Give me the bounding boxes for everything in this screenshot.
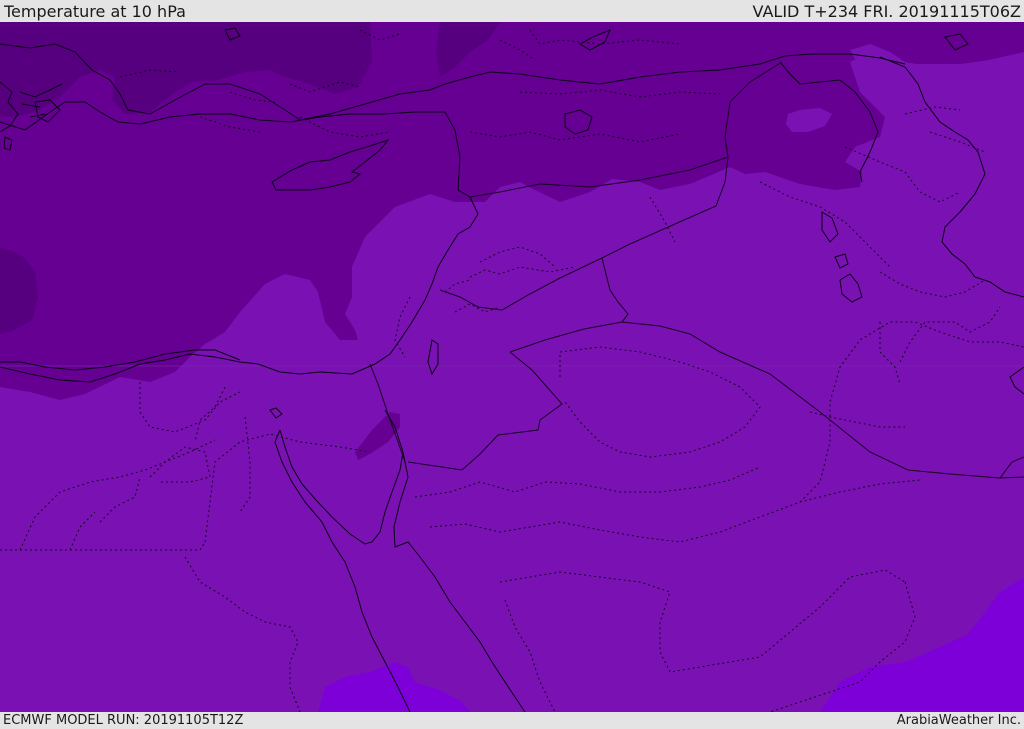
brand-label: ArabiaWeather Inc.	[896, 713, 1021, 728]
footer-bar: ECMWF MODEL RUN: 20191105T12Z ArabiaWeat…	[0, 712, 1024, 729]
map-title: Temperature at 10 hPa	[4, 2, 186, 21]
header-bar: Temperature at 10 hPa VALID T+234 FRI. 2…	[0, 0, 1024, 22]
model-run-label: ECMWF MODEL RUN: 20191105T12Z	[3, 713, 244, 728]
map-svg	[0, 22, 1024, 712]
map-canvas[interactable]	[0, 22, 1024, 712]
valid-time-label: VALID T+234 FRI. 20191115T06Z	[752, 2, 1021, 21]
weather-map-frame: Temperature at 10 hPa VALID T+234 FRI. 2…	[0, 0, 1024, 729]
